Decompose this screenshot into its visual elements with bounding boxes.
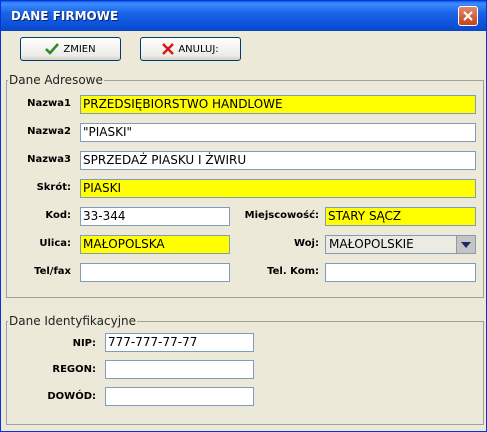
close-icon [463, 11, 473, 21]
nazwa2-field[interactable]: "PIASKI" [80, 123, 476, 142]
nazwa2-label: Nazwa2 [27, 126, 71, 137]
red-x-icon [162, 43, 175, 55]
ulica-label: Ulica: [39, 238, 71, 249]
window-title: DANE FIRMOWE [11, 9, 119, 23]
woj-select[interactable]: MAŁOPOLSKIE [325, 235, 476, 254]
telkom-field[interactable] [325, 263, 476, 282]
regon-label: REGON: [52, 364, 96, 375]
cancel-button-label: ANULUJ: [178, 43, 219, 55]
miejscowosc-label: Miejscowość: [244, 210, 319, 221]
ident-legend: Dane Identyfikacyjne [8, 314, 138, 328]
telfax-field[interactable] [80, 263, 230, 282]
telkom-label: Tel. Kom: [267, 266, 319, 277]
skrot-field[interactable]: PIASKI [80, 179, 476, 198]
close-button[interactable] [458, 6, 478, 26]
nip-label: NIP: [72, 338, 96, 349]
miejscowosc-field[interactable]: STARY SĄCZ [325, 207, 476, 226]
nazwa3-label: Nazwa3 [27, 154, 71, 165]
regon-field[interactable] [105, 360, 254, 379]
nip-field[interactable]: 777-777-77-77 [105, 333, 254, 352]
save-button-label: ZMIEN [63, 43, 96, 55]
window: DANE FIRMOWE ZMIEN ANULUJ: Dane Adresowe… [0, 0, 487, 432]
title-bar: DANE FIRMOWE [1, 1, 486, 31]
ulica-field[interactable]: MAŁOPOLSKA [80, 235, 230, 254]
dowod-field[interactable] [105, 387, 254, 406]
nazwa3-field[interactable]: SPRZEDAŻ PIASKU I ŻWIRU [80, 151, 476, 170]
chevron-down-icon [461, 242, 471, 248]
address-legend: Dane Adresowe [8, 73, 104, 87]
nazwa1-field[interactable]: PRZEDSIĘBIORSTWO HANDLOWE [80, 95, 476, 114]
woj-dropdown-button[interactable] [456, 236, 475, 253]
dowod-label: DOWÓD: [47, 391, 96, 402]
skrot-label: Skrót: [36, 182, 71, 193]
kod-label: Kod: [45, 210, 71, 221]
nazwa1-label: Nazwa1 [27, 98, 71, 109]
kod-field[interactable]: 33-344 [80, 207, 230, 226]
cancel-button[interactable]: ANULUJ: [140, 37, 241, 61]
woj-label: Woj: [294, 238, 319, 249]
checkmark-icon [45, 43, 60, 55]
telfax-label: Tel/fax [34, 266, 71, 277]
save-button[interactable]: ZMIEN [20, 37, 121, 61]
woj-select-value: MAŁOPOLSKIE [329, 237, 414, 251]
